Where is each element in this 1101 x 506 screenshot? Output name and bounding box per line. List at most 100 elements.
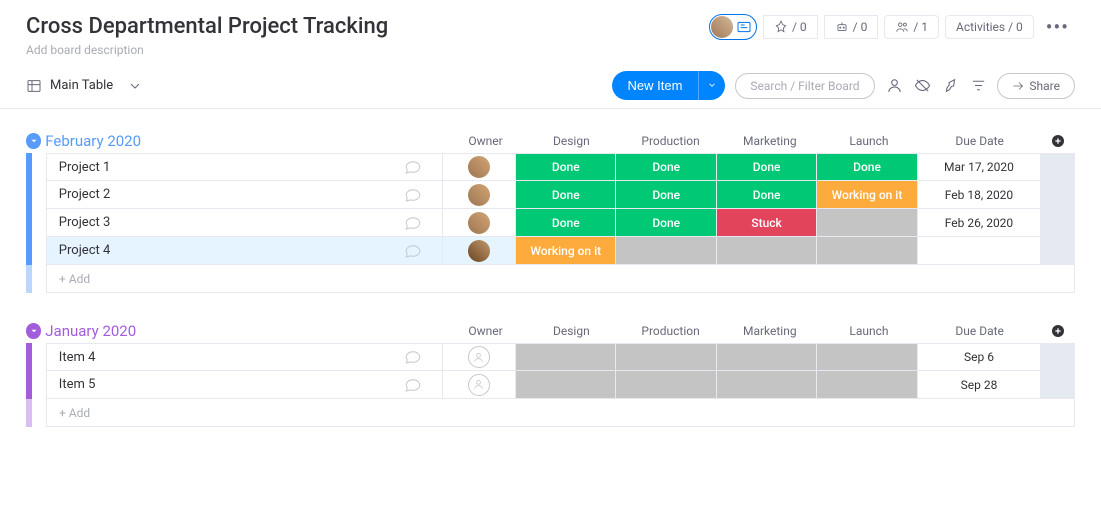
row-stripe bbox=[26, 153, 32, 181]
status-cell-design[interactable] bbox=[515, 343, 615, 371]
item-name[interactable]: Project 3 bbox=[46, 209, 384, 237]
search-input[interactable]: Search / Filter Board bbox=[735, 73, 875, 99]
board-title[interactable]: Cross Departmental Project Tracking bbox=[26, 14, 388, 39]
status-cell-design[interactable] bbox=[515, 371, 615, 399]
status-cell-marketing[interactable]: Done bbox=[716, 181, 816, 209]
col-marketing[interactable]: Marketing bbox=[720, 319, 819, 343]
date-cell[interactable]: Feb 18, 2020 bbox=[917, 181, 1041, 209]
group-header: January 2020 Owner Design Production Mar… bbox=[26, 319, 1075, 343]
col-design[interactable]: Design bbox=[522, 319, 621, 343]
item-name[interactable]: Item 4 bbox=[46, 343, 384, 371]
date-cell[interactable]: Sep 6 bbox=[917, 343, 1041, 371]
status-cell-production[interactable]: Done bbox=[615, 181, 715, 209]
add-column[interactable] bbox=[1041, 319, 1075, 343]
new-item-button[interactable]: New Item bbox=[612, 71, 726, 100]
owner-cell[interactable] bbox=[442, 343, 515, 371]
stat-members[interactable]: / 1 bbox=[884, 15, 939, 39]
date-cell[interactable]: Sep 28 bbox=[917, 371, 1041, 399]
status-cell-production[interactable] bbox=[615, 371, 715, 399]
add-item-label[interactable]: + Add bbox=[46, 265, 1075, 293]
status-cell-design[interactable]: Done bbox=[515, 209, 615, 237]
group-name[interactable]: February 2020 bbox=[45, 132, 449, 150]
status-cell-launch[interactable]: Working on it bbox=[816, 181, 916, 209]
add-item-label[interactable]: + Add bbox=[46, 399, 1075, 427]
owner-cell[interactable] bbox=[442, 181, 515, 209]
board-description[interactable]: Add board description bbox=[26, 43, 388, 57]
status-cell-marketing[interactable] bbox=[716, 371, 816, 399]
item-name[interactable]: Item 5 bbox=[46, 371, 384, 399]
owner-cell[interactable] bbox=[442, 209, 515, 237]
status-cell-production[interactable] bbox=[615, 237, 715, 265]
status-cell-launch[interactable] bbox=[816, 209, 916, 237]
add-item-row[interactable]: + Add bbox=[26, 265, 1075, 293]
filter-icon[interactable] bbox=[969, 77, 987, 95]
table-row[interactable]: Project 2 DoneDoneDoneWorking on itFeb 1… bbox=[26, 181, 1075, 209]
col-launch[interactable]: Launch bbox=[819, 129, 918, 153]
owner-cell[interactable] bbox=[442, 153, 515, 181]
chat-icon[interactable] bbox=[384, 181, 442, 209]
more-menu[interactable]: ••• bbox=[1040, 15, 1075, 39]
chat-icon[interactable] bbox=[384, 237, 442, 265]
person-filter-icon[interactable] bbox=[885, 77, 903, 95]
avatar-placeholder bbox=[468, 374, 490, 396]
status-cell-marketing[interactable]: Stuck bbox=[716, 209, 816, 237]
table-row[interactable]: Project 1 DoneDoneDoneDoneMar 17, 2020 bbox=[26, 153, 1075, 181]
chat-icon[interactable] bbox=[384, 153, 442, 181]
collaborator-icon bbox=[736, 19, 752, 35]
item-name[interactable]: Project 1 bbox=[46, 153, 384, 181]
add-item-row[interactable]: + Add bbox=[26, 399, 1075, 427]
pin-icon[interactable] bbox=[941, 77, 959, 95]
activities-button[interactable]: Activities / 0 bbox=[945, 15, 1034, 39]
owner-cell[interactable] bbox=[442, 237, 515, 265]
status-cell-production[interactable]: Done bbox=[615, 153, 715, 181]
date-cell[interactable]: Feb 26, 2020 bbox=[917, 209, 1041, 237]
group-name[interactable]: January 2020 bbox=[45, 322, 449, 340]
col-due-date[interactable]: Due Date bbox=[919, 129, 1041, 153]
col-owner[interactable]: Owner bbox=[449, 319, 522, 343]
date-cell[interactable]: Mar 17, 2020 bbox=[917, 153, 1041, 181]
status-cell-launch[interactable] bbox=[816, 237, 916, 265]
item-name[interactable]: Project 4 bbox=[46, 237, 384, 265]
col-production[interactable]: Production bbox=[621, 129, 720, 153]
col-launch[interactable]: Launch bbox=[819, 319, 918, 343]
add-column[interactable] bbox=[1041, 129, 1075, 153]
chat-icon[interactable] bbox=[384, 371, 442, 399]
new-item-dropdown[interactable] bbox=[698, 71, 725, 100]
board-members-pill[interactable] bbox=[709, 14, 757, 40]
share-button[interactable]: Share bbox=[997, 73, 1075, 99]
col-due-date[interactable]: Due Date bbox=[919, 319, 1041, 343]
date-cell[interactable] bbox=[917, 237, 1041, 265]
table-row[interactable]: Project 3 DoneDoneStuckFeb 26, 2020 bbox=[26, 209, 1075, 237]
stat-pin[interactable]: / 0 bbox=[763, 15, 818, 39]
collapse-toggle[interactable] bbox=[26, 133, 41, 149]
status-cell-design[interactable]: Done bbox=[515, 153, 615, 181]
col-production[interactable]: Production bbox=[621, 319, 720, 343]
chat-icon[interactable] bbox=[384, 343, 442, 371]
avatar bbox=[468, 212, 490, 234]
hide-icon[interactable] bbox=[913, 77, 931, 95]
chat-icon[interactable] bbox=[384, 209, 442, 237]
status-cell-launch[interactable] bbox=[816, 371, 916, 399]
item-name[interactable]: Project 2 bbox=[46, 181, 384, 209]
col-marketing[interactable]: Marketing bbox=[720, 129, 819, 153]
row-end bbox=[1040, 343, 1075, 371]
collapse-toggle[interactable] bbox=[26, 323, 41, 339]
col-owner[interactable]: Owner bbox=[449, 129, 522, 153]
table-row[interactable]: Item 5 Sep 28 bbox=[26, 371, 1075, 399]
row-stripe bbox=[26, 237, 32, 265]
status-cell-marketing[interactable] bbox=[716, 237, 816, 265]
status-cell-launch[interactable]: Done bbox=[816, 153, 916, 181]
view-selector[interactable]: Main Table bbox=[26, 78, 143, 94]
stat-automation[interactable]: / 0 bbox=[824, 15, 879, 39]
status-cell-design[interactable]: Done bbox=[515, 181, 615, 209]
table-row[interactable]: Project 4 Working on it bbox=[26, 237, 1075, 265]
owner-cell[interactable] bbox=[442, 371, 515, 399]
status-cell-production[interactable] bbox=[615, 343, 715, 371]
table-row[interactable]: Item 4 Sep 6 bbox=[26, 343, 1075, 371]
col-design[interactable]: Design bbox=[522, 129, 621, 153]
status-cell-marketing[interactable] bbox=[716, 343, 816, 371]
status-cell-design[interactable]: Working on it bbox=[515, 237, 615, 265]
status-cell-production[interactable]: Done bbox=[615, 209, 715, 237]
status-cell-marketing[interactable]: Done bbox=[716, 153, 816, 181]
status-cell-launch[interactable] bbox=[816, 343, 916, 371]
